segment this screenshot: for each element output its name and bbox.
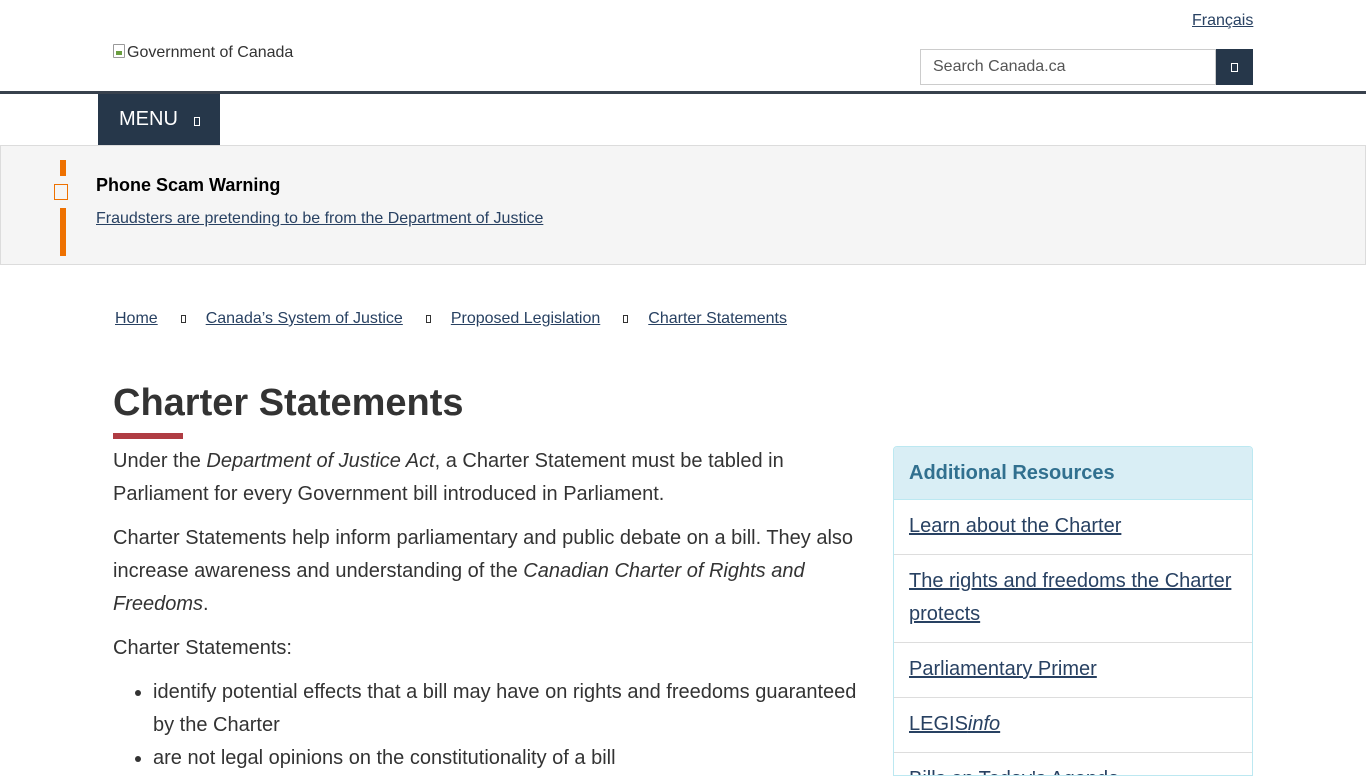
resource-link-parliamentary-primer[interactable]: Parliamentary Primer	[909, 658, 1097, 680]
broken-image-icon	[113, 44, 125, 58]
search-input[interactable]	[920, 49, 1216, 85]
breadcrumb-system-of-justice[interactable]: Canada’s System of Justice	[206, 310, 403, 328]
intro-paragraph: Under the Department of Justice Act, a C…	[113, 445, 863, 511]
menu-button[interactable]: MENU	[98, 94, 220, 145]
alert-title: Phone Scam Warning	[96, 175, 281, 195]
resource-item: Learn about the Charter	[894, 500, 1252, 555]
search-form	[920, 49, 1253, 85]
statement-list: identify potential effects that a bill m…	[113, 676, 863, 775]
warning-icon	[54, 184, 68, 200]
alert-link[interactable]: Fraudsters are pretending to be from the…	[96, 210, 543, 228]
resource-item: Bills on Today's Agenda	[894, 753, 1252, 775]
chevron-right-icon	[425, 315, 431, 323]
alert-accent-bar	[60, 208, 66, 256]
search-icon	[1231, 62, 1238, 72]
resource-item: The rights and freedoms the Charter prot…	[894, 555, 1252, 643]
logo-alt-text: Government of Canada	[127, 44, 294, 61]
title-underline	[113, 433, 183, 439]
resource-link-learn-charter[interactable]: Learn about the Charter	[909, 515, 1121, 537]
resource-link-legisinfo[interactable]: LEGISinfo	[909, 713, 1000, 735]
alert-banner: Phone Scam Warning Fraudsters are preten…	[0, 145, 1366, 265]
alert-accent-bar	[60, 160, 66, 176]
list-item: identify potential effects that a bill m…	[153, 676, 863, 742]
search-button[interactable]	[1216, 49, 1253, 85]
chevron-right-icon	[623, 315, 629, 323]
text-run: .	[203, 593, 209, 615]
chevron-right-icon	[180, 315, 186, 323]
main-content: Under the Department of Justice Act, a C…	[113, 445, 863, 775]
resource-link-rights-freedoms[interactable]: The rights and freedoms the Charter prot…	[909, 570, 1231, 625]
panel-header: Additional Resources	[894, 447, 1252, 500]
resource-link-bills-agenda[interactable]: Bills on Today's Agenda	[909, 768, 1119, 775]
act-name: Department of Justice Act	[206, 450, 435, 472]
link-text-italic: info	[967, 713, 1001, 735]
list-intro: Charter Statements:	[113, 637, 292, 659]
breadcrumb-proposed-legislation[interactable]: Proposed Legislation	[451, 310, 600, 328]
text-run: Under the	[113, 450, 207, 472]
resource-item: Parliamentary Primer	[894, 643, 1252, 698]
additional-resources-panel: Additional Resources Learn about the Cha…	[893, 446, 1253, 776]
page-title: Charter Statements	[113, 382, 464, 424]
panel-title: Additional Resources	[909, 461, 1115, 484]
link-text: LEGIS	[909, 713, 968, 735]
government-of-canada-logo[interactable]: Government of Canada	[113, 44, 293, 62]
resource-item: LEGISinfo	[894, 698, 1252, 753]
language-toggle-link[interactable]: Français	[1192, 12, 1253, 30]
breadcrumb-home[interactable]: Home	[115, 310, 158, 328]
breadcrumb: Home Canada’s System of Justice Proposed…	[115, 310, 787, 328]
chevron-down-icon	[193, 117, 200, 126]
breadcrumb-charter-statements[interactable]: Charter Statements	[648, 310, 787, 328]
list-item: are not legal opinions on the constituti…	[153, 742, 863, 775]
menu-label: MENU	[119, 108, 178, 130]
purpose-paragraph: Charter Statements help inform parliamen…	[113, 522, 863, 621]
